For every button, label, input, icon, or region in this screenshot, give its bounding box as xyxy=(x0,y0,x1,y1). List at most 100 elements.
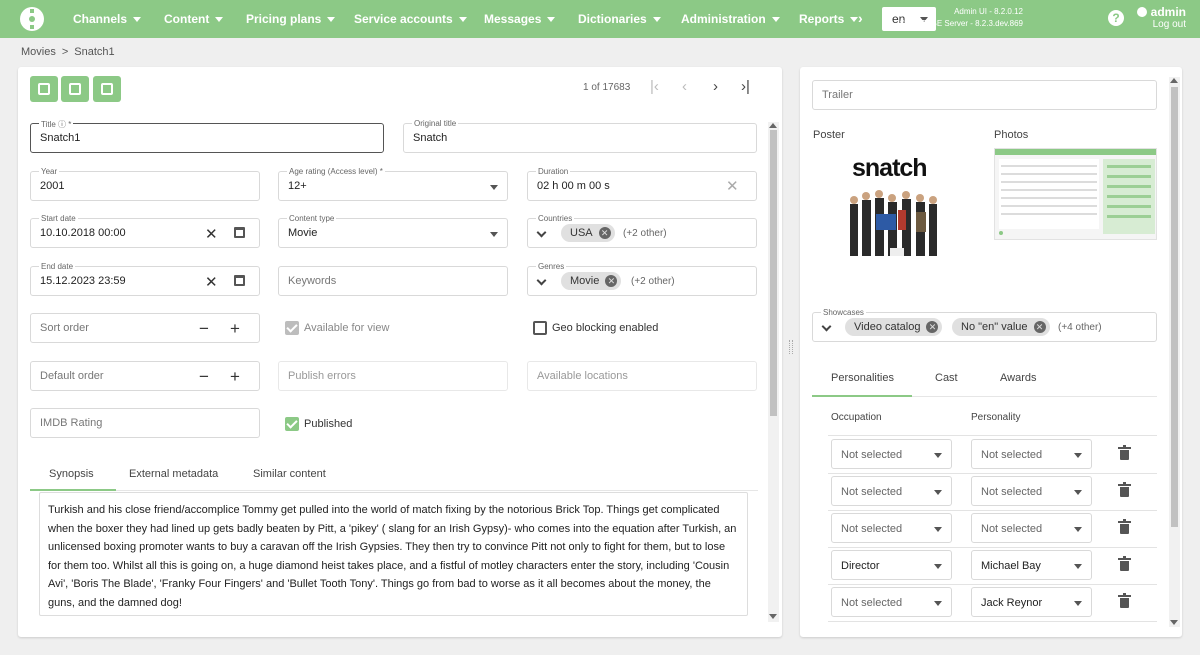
nav-dictionaries[interactable]: Dictionaries xyxy=(578,0,661,38)
personality-select[interactable]: Not selected xyxy=(971,513,1092,543)
occupation-select[interactable]: Not selected xyxy=(831,439,952,469)
genres-select[interactable]: Genres Movie ✕ (+2 other) xyxy=(527,262,757,296)
app-logo[interactable] xyxy=(20,7,44,31)
remove-chip-icon[interactable]: ✕ xyxy=(598,227,611,239)
title-field[interactable]: Title ⓘ * Snatch1 xyxy=(30,119,384,153)
end-date-field[interactable]: End date 15.12.2023 23:59 ✕ xyxy=(30,262,260,296)
occupation-select[interactable]: Not selected xyxy=(831,587,952,617)
chevron-down-icon[interactable] xyxy=(821,321,832,332)
chevron-right-icon[interactable]: › xyxy=(858,10,863,26)
copy-button[interactable] xyxy=(61,76,89,102)
breadcrumb-root[interactable]: Movies xyxy=(21,46,56,58)
trash-icon[interactable] xyxy=(1118,556,1131,571)
synopsis-textarea[interactable]: Turkish and his close friend/accomplice … xyxy=(39,492,748,616)
country-chip: USA ✕ xyxy=(561,224,615,242)
nav-pricing-plans[interactable]: Pricing plans xyxy=(246,0,336,38)
photo-thumbnail[interactable] xyxy=(994,148,1157,240)
calendar-icon[interactable] xyxy=(234,275,245,286)
minus-icon[interactable]: − xyxy=(199,320,209,337)
trash-icon[interactable] xyxy=(1118,445,1131,460)
media-card: Trailer Poster Photos snatch Showcases V… xyxy=(800,67,1182,637)
prev-page-icon[interactable]: ‹ xyxy=(682,78,687,95)
year-field[interactable]: Year 2001 xyxy=(30,167,260,201)
occupation-select[interactable]: Director xyxy=(831,550,952,580)
field-value: Not selected xyxy=(981,486,1043,498)
trash-icon[interactable] xyxy=(1118,519,1131,534)
published-checkbox[interactable] xyxy=(285,417,299,431)
tab-synopsis[interactable]: Synopsis xyxy=(49,468,94,480)
scroll-down-icon[interactable] xyxy=(1170,620,1178,625)
geo-blocking-checkbox[interactable] xyxy=(533,321,547,335)
save-button[interactable] xyxy=(30,76,58,102)
nav-channels[interactable]: Channels xyxy=(73,0,142,38)
clear-icon[interactable]: ✕ xyxy=(205,275,218,290)
available-for-view-checkbox[interactable] xyxy=(285,321,299,335)
start-date-field[interactable]: Start date 10.10.2018 00:00 ✕ xyxy=(30,214,260,248)
age-rating-select[interactable]: Age rating (Access level) * 12+ xyxy=(278,167,508,201)
trash-icon[interactable] xyxy=(1118,593,1131,608)
poster-image[interactable]: snatch xyxy=(840,152,950,267)
chevron-down-icon[interactable] xyxy=(536,275,547,286)
showcases-select[interactable]: Showcases Video catalog ✕ No "en" value ✕ … xyxy=(812,308,1157,342)
chevron-down-icon[interactable] xyxy=(536,227,547,238)
scrollbar-thumb[interactable] xyxy=(1171,87,1178,527)
movie-form-card: 1 of 17683 |‹ ‹ › ›| Title ⓘ * Snatch1 O… xyxy=(18,67,782,637)
tab-external-metadata[interactable]: External metadata xyxy=(129,468,218,480)
showcase-chip: Video catalog ✕ xyxy=(845,318,943,336)
first-page-icon[interactable]: |‹ xyxy=(650,78,659,95)
caret-down-icon xyxy=(934,564,942,569)
scroll-up-icon[interactable] xyxy=(1170,78,1178,83)
media-scrollbar[interactable] xyxy=(1169,77,1180,627)
field-label: End date xyxy=(39,262,76,271)
original-title-field[interactable]: Original title Snatch xyxy=(403,119,757,153)
plus-icon[interactable]: + xyxy=(230,368,240,385)
nav-messages[interactable]: Messages xyxy=(484,0,556,38)
keywords-field[interactable]: Keywords xyxy=(278,266,508,296)
duration-field[interactable]: Duration 02 h 00 m 00 s ✕ xyxy=(527,167,757,201)
occupation-select[interactable]: Not selected xyxy=(831,513,952,543)
remove-chip-icon[interactable]: ✕ xyxy=(1033,321,1046,333)
field-label: Year xyxy=(39,167,60,176)
scrollbar-thumb[interactable] xyxy=(770,130,777,416)
scroll-up-icon[interactable] xyxy=(769,123,777,128)
scroll-down-icon[interactable] xyxy=(769,614,777,619)
caret-down-icon xyxy=(934,527,942,532)
default-order-stepper[interactable]: Default order − + xyxy=(30,361,260,391)
personality-select[interactable]: Michael Bay xyxy=(971,550,1092,580)
personality-select[interactable]: Jack Reynor xyxy=(971,587,1092,617)
countries-select[interactable]: Countries USA ✕ (+2 other) xyxy=(527,214,757,248)
tab-similar-content[interactable]: Similar content xyxy=(253,468,326,480)
help-icon[interactable]: ? xyxy=(1108,10,1124,26)
personality-select[interactable]: Not selected xyxy=(971,439,1092,469)
clear-icon[interactable]: ✕ xyxy=(205,227,218,242)
minus-icon[interactable]: − xyxy=(199,368,209,385)
caret-down-icon xyxy=(652,17,661,23)
occupation-select[interactable]: Not selected xyxy=(831,476,952,506)
tab-personalities[interactable]: Personalities xyxy=(831,372,894,384)
calendar-icon[interactable] xyxy=(234,227,245,238)
nav-service-accounts[interactable]: Service accounts xyxy=(354,0,467,38)
user-menu[interactable]: admin Log out xyxy=(1136,5,1186,30)
last-page-icon[interactable]: ›| xyxy=(741,78,750,95)
plus-icon[interactable]: + xyxy=(230,320,240,337)
nav-administration[interactable]: Administration xyxy=(681,0,780,38)
personality-select[interactable]: Not selected xyxy=(971,476,1092,506)
nav-reports[interactable]: Reports xyxy=(799,0,859,38)
delete-button[interactable] xyxy=(93,76,121,102)
clear-icon[interactable]: ✕ xyxy=(726,179,739,194)
form-scrollbar[interactable] xyxy=(768,122,779,622)
panel-resize-handle[interactable] xyxy=(789,340,793,354)
nav-content[interactable]: Content xyxy=(164,0,224,38)
remove-chip-icon[interactable]: ✕ xyxy=(926,321,939,333)
next-page-icon[interactable]: › xyxy=(713,78,718,95)
trailer-field[interactable]: Trailer xyxy=(812,80,1157,110)
field-label: Countries xyxy=(536,214,575,223)
content-type-select[interactable]: Content type Movie xyxy=(278,214,508,248)
logout-link[interactable]: Log out xyxy=(1137,19,1186,30)
tab-awards[interactable]: Awards xyxy=(1000,372,1036,384)
sort-order-stepper[interactable]: Sort order − + xyxy=(30,313,260,343)
remove-chip-icon[interactable]: ✕ xyxy=(605,275,618,287)
trash-icon[interactable] xyxy=(1118,482,1131,497)
tab-cast[interactable]: Cast xyxy=(935,372,958,384)
imdb-rating-field[interactable]: IMDB Rating xyxy=(30,408,260,438)
